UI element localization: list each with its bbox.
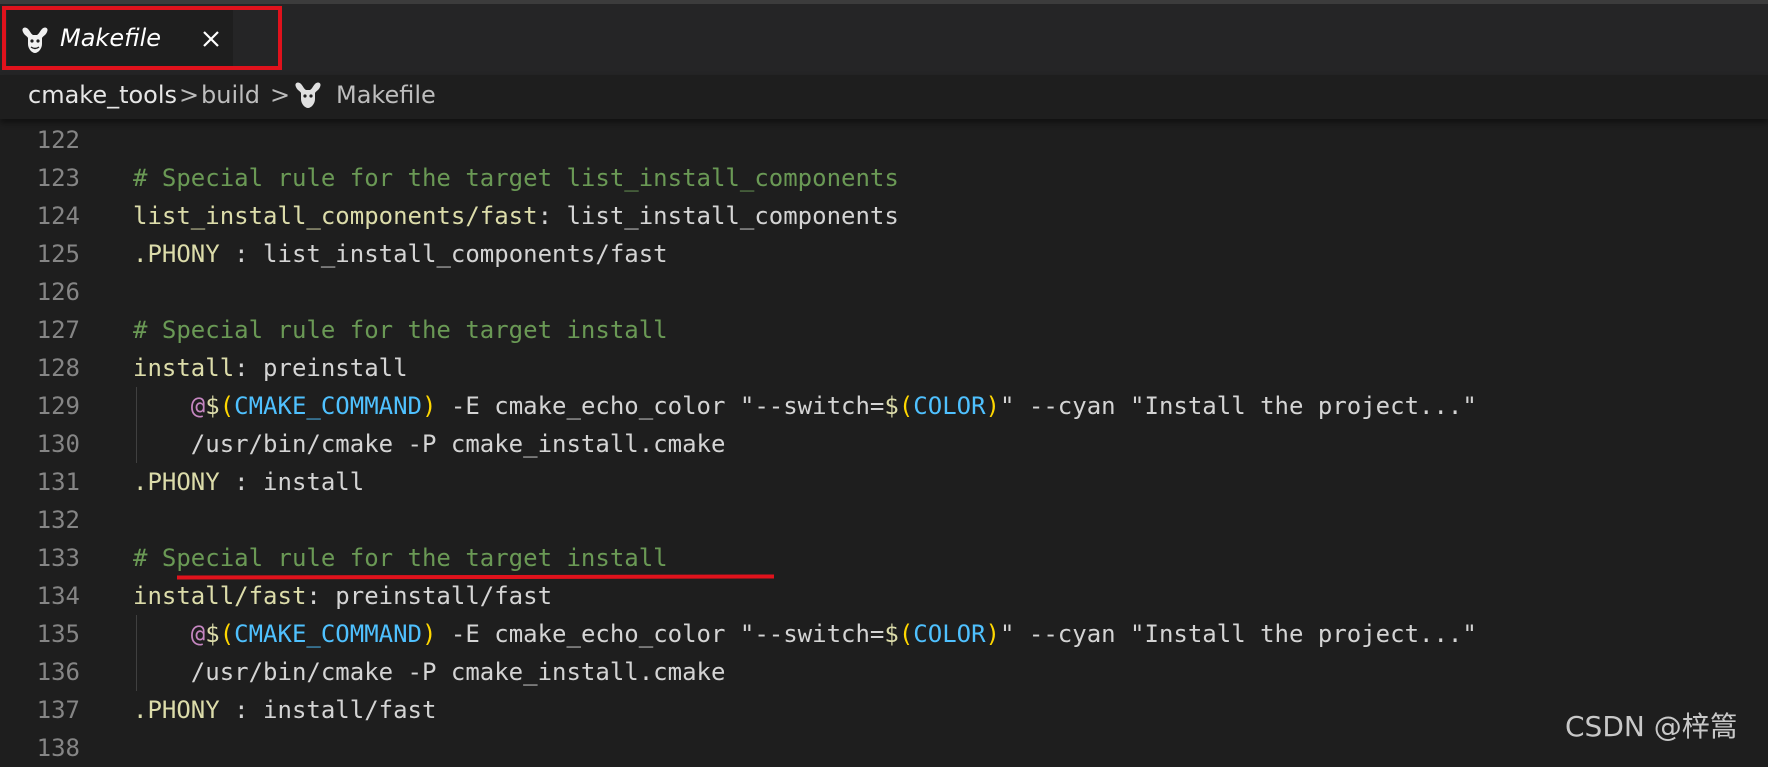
line-number: 131	[36, 468, 80, 496]
code-line[interactable]: 135 @$(CMAKE_COMMAND) -E cmake_echo_colo…	[0, 615, 1768, 653]
code-text[interactable]: install: preinstall	[133, 349, 408, 387]
code-line[interactable]: 130 /usr/bin/cmake -P cmake_install.cmak…	[0, 425, 1768, 463]
indent-guide	[136, 615, 137, 653]
code-line[interactable]: 131 .PHONY : install	[0, 463, 1768, 501]
breadcrumb-item-makefile[interactable]: Makefile	[336, 81, 436, 109]
line-number: 127	[36, 316, 80, 344]
code-line[interactable]: 126	[0, 273, 1768, 311]
code-line[interactable]: 128 install: preinstall	[0, 349, 1768, 387]
code-text[interactable]: .PHONY : list_install_components/fast	[133, 235, 668, 273]
code-text[interactable]: .PHONY : install/fast	[133, 691, 436, 729]
gnu-icon	[22, 27, 48, 53]
code-text[interactable]: list_install_components/fast: list_insta…	[133, 197, 899, 235]
code-text[interactable]: @$(CMAKE_COMMAND) -E cmake_echo_color "-…	[133, 615, 1477, 653]
code-line[interactable]: 129 @$(CMAKE_COMMAND) -E cmake_echo_colo…	[0, 387, 1768, 425]
line-number: 130	[36, 430, 80, 458]
tab-makefile[interactable]: Makefile	[7, 10, 233, 67]
line-number: 128	[36, 354, 80, 382]
tab-title: Makefile	[60, 24, 162, 52]
code-text[interactable]: @$(CMAKE_COMMAND) -E cmake_echo_color "-…	[133, 387, 1477, 425]
code-text[interactable]: install/fast: preinstall/fast	[133, 577, 552, 615]
code-line[interactable]: 137 .PHONY : install/fast	[0, 691, 1768, 729]
code-line[interactable]: 132	[0, 501, 1768, 539]
code-line[interactable]: 136 /usr/bin/cmake -P cmake_install.cmak…	[0, 653, 1768, 691]
code-line[interactable]: 124 list_install_components/fast: list_in…	[0, 197, 1768, 235]
close-icon[interactable]	[195, 23, 227, 55]
breadcrumb-item-build[interactable]: build	[201, 81, 260, 109]
code-line[interactable]: 133 # Special rule for the target install	[0, 539, 1768, 577]
code-text[interactable]: # Special rule for the target install	[133, 311, 668, 349]
line-number: 129	[36, 392, 80, 420]
watermark: CSDN @梓篙	[1565, 710, 1738, 743]
breadcrumb: cmake_tools > build > Makefile	[0, 75, 1768, 119]
code-line[interactable]: 134 install/fast: preinstall/fast	[0, 577, 1768, 615]
line-number: 135	[36, 620, 80, 648]
breadcrumb-separator: >	[179, 81, 200, 109]
line-number: 123	[36, 164, 80, 192]
indent-guide	[136, 653, 137, 691]
line-number: 138	[36, 734, 80, 762]
code-line[interactable]: 127 # Special rule for the target install	[0, 311, 1768, 349]
indent-guide	[136, 387, 137, 425]
line-number: 122	[36, 126, 80, 154]
line-number: 133	[36, 544, 80, 572]
line-number: 124	[36, 202, 80, 230]
line-number: 126	[36, 278, 80, 306]
code-text[interactable]: /usr/bin/cmake -P cmake_install.cmake	[133, 425, 726, 463]
breadcrumb-item-cmake-tools[interactable]: cmake_tools	[28, 81, 177, 109]
tab-bar: Makefile	[0, 0, 1768, 75]
line-number: 132	[36, 506, 80, 534]
line-number: 125	[36, 240, 80, 268]
gnu-icon	[295, 82, 321, 108]
code-line[interactable]: 125 .PHONY : list_install_components/fast	[0, 235, 1768, 273]
line-number: 136	[36, 658, 80, 686]
code-text[interactable]: # Special rule for the target list_insta…	[133, 159, 899, 197]
code-editor[interactable]: 122 123 # Special rule for the target list…	[0, 119, 1768, 762]
code-text[interactable]: /usr/bin/cmake -P cmake_install.cmake	[133, 653, 726, 691]
code-text[interactable]: # Special rule for the target install	[133, 539, 668, 577]
line-number: 134	[36, 582, 80, 610]
code-text[interactable]: .PHONY : install	[133, 463, 364, 501]
indent-guide	[136, 425, 137, 463]
breadcrumb-separator: >	[270, 81, 291, 109]
code-line[interactable]: 138	[0, 729, 1768, 767]
line-number: 137	[36, 696, 80, 724]
code-line[interactable]: 122	[0, 121, 1768, 159]
code-line[interactable]: 123 # Special rule for the target list_in…	[0, 159, 1768, 197]
